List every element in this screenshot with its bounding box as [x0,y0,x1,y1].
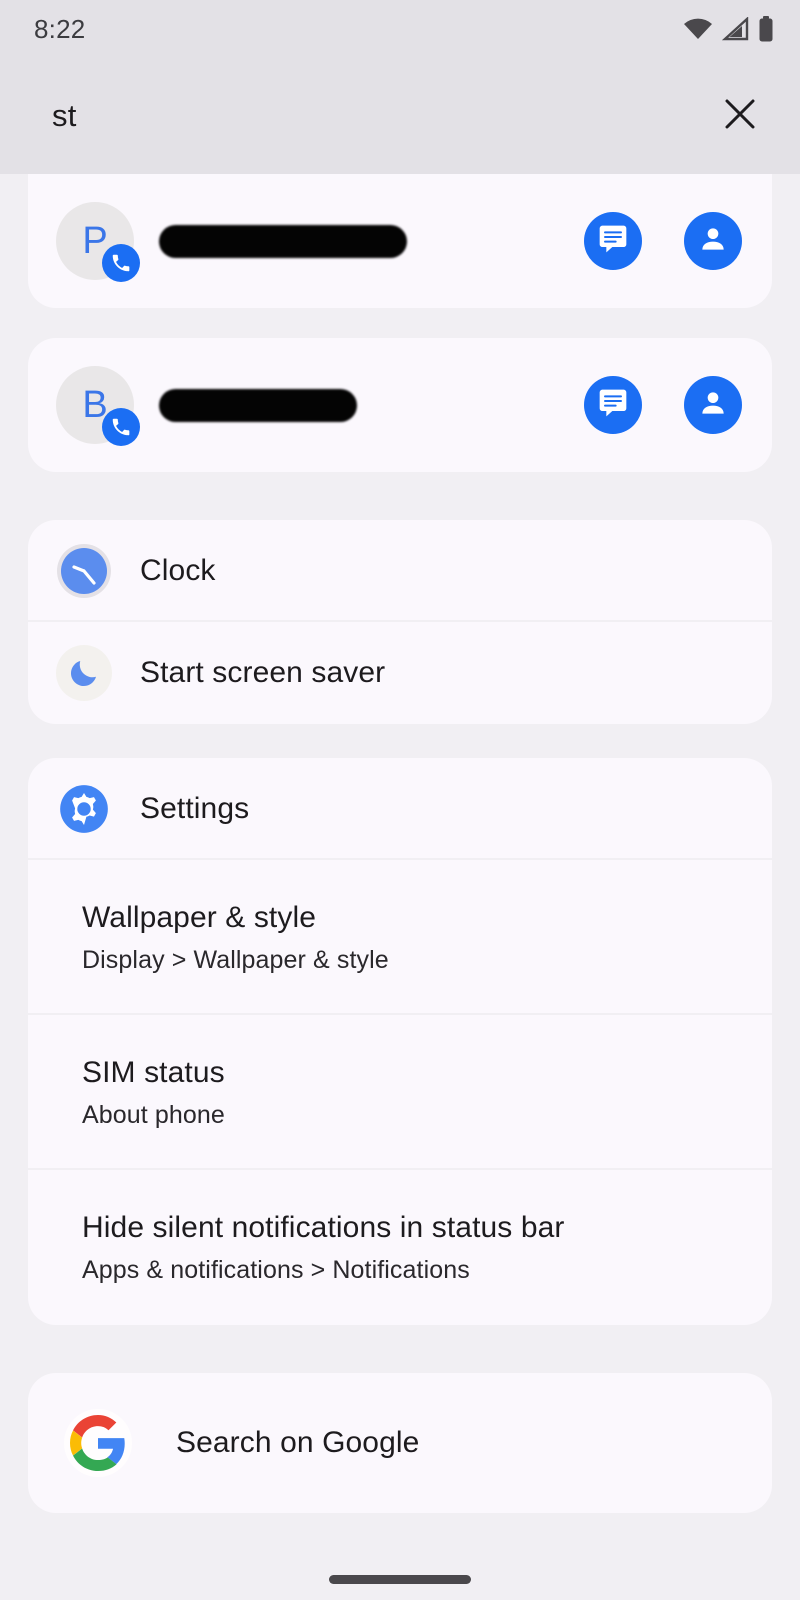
search-input[interactable]: st [52,98,77,134]
contact-name-redacted [159,388,357,422]
home-gesture-bar[interactable] [329,1575,471,1584]
message-icon [597,223,629,260]
clock-icon [56,543,112,599]
wifi-icon [683,17,713,41]
setting-title: Wallpaper & style [82,901,317,934]
contact-result-card-1[interactable]: P [28,174,772,308]
setting-breadcrumb: About phone [82,1101,225,1129]
app-result-clock[interactable]: Clock [28,520,772,622]
clear-search-button[interactable] [714,90,766,142]
status-bar: 8:22 [0,0,800,58]
setting-breadcrumb: Display > Wallpaper & style [82,946,389,974]
gear-icon [56,781,112,837]
moon-icon [56,645,112,701]
phone-icon [102,408,140,446]
close-icon [723,97,757,136]
app-label: Start screen saver [140,656,386,689]
message-button[interactable] [584,376,642,434]
setting-suggestion-wallpaper[interactable]: Wallpaper & style Display > Wallpaper & … [28,860,772,1015]
app-results-group: Clock Start screen saver [28,520,772,724]
search-bar[interactable]: st [0,58,800,174]
setting-suggestion-hide-silent-notifications[interactable]: Hide silent notifications in status bar … [28,1170,772,1325]
contact-row[interactable]: P [28,174,772,308]
search-results-list[interactable]: P B Clock Start screen saver Settings Wa… [0,174,800,1600]
web-search-label: Search on Google [176,1426,420,1459]
contact-row[interactable]: B [28,338,772,472]
avatar: B [56,366,140,446]
contact-name-redacted [159,224,407,258]
setting-suggestion-sim-status[interactable]: SIM status About phone [28,1015,772,1170]
setting-title: SIM status [82,1056,225,1089]
setting-breadcrumb: Apps & notifications > Notifications [82,1256,470,1284]
person-icon [697,387,729,424]
cellular-signal-icon [722,17,749,41]
contact-result-group-1: P [28,174,772,308]
status-bar-clock: 8:22 [34,13,86,44]
message-icon [597,387,629,424]
person-icon [697,223,729,260]
phone-icon [102,244,140,282]
open-contact-button[interactable] [684,376,742,434]
settings-results-group: Settings Wallpaper & style Display > Wal… [28,758,772,1325]
app-result-screen-saver[interactable]: Start screen saver [28,622,772,724]
setting-title: Hide silent notifications in status bar [82,1211,565,1244]
app-label: Clock [140,554,216,587]
contact-result-card-2[interactable]: B [28,338,772,472]
contact-result-group-2: B [28,338,772,472]
android-search-screen: 8:22 st P B Clock Start screen saver Set… [0,0,800,1600]
message-button[interactable] [584,212,642,270]
app-result-settings[interactable]: Settings [28,758,772,860]
google-g-icon [64,1409,132,1477]
search-on-google-card[interactable]: Search on Google [28,1373,772,1513]
battery-icon [758,16,774,42]
open-contact-button[interactable] [684,212,742,270]
avatar: P [56,202,140,282]
status-bar-icons [683,16,774,42]
web-search-group: Search on Google [28,1373,772,1513]
app-label: Settings [140,792,250,825]
